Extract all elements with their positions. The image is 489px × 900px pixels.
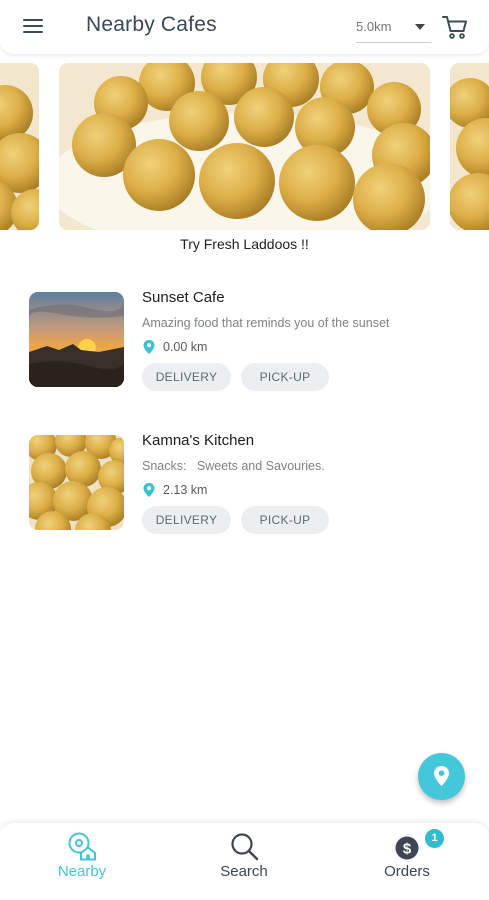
pickup-chip[interactable]: PICK-UP [241,363,329,391]
promo-carousel[interactable] [0,62,489,232]
cafe-distance: 2.13 km [163,483,208,497]
location-pin-icon [143,340,155,354]
cafe-thumbnail [29,435,124,530]
cafe-distance: 0.00 km [163,340,208,354]
delivery-chip[interactable]: DELIVERY [142,363,231,391]
nav-item-nearby[interactable]: Nearby [22,823,142,900]
map-location-button[interactable] [418,753,465,800]
menu-icon[interactable] [20,14,48,40]
cafe-thumbnail [29,292,124,387]
dollar-coin-icon: $ [395,836,419,860]
search-icon [231,833,259,861]
distance-filter-value: 5.0km [356,19,392,34]
chevron-down-icon [415,24,425,30]
cafe-description: Amazing food that reminds you of the sun… [142,316,390,330]
nav-label-nearby: Nearby [57,863,107,880]
nav-item-orders[interactable]: $ 1 Orders [347,823,467,900]
cart-icon[interactable] [441,13,469,41]
bottom-navigation: Nearby Search $ 1 Orders [0,823,489,900]
carousel-slide-previous[interactable] [0,63,39,230]
svg-text:$: $ [403,841,412,858]
distance-filter-dropdown[interactable]: 5.0km [356,14,431,43]
location-pin-icon [143,483,155,497]
location-pin-icon [434,766,449,786]
delivery-chip[interactable]: DELIVERY [142,506,231,534]
pickup-chip[interactable]: PICK-UP [241,506,329,534]
cafe-list-item[interactable]: Sunset Cafe Amazing food that reminds yo… [0,286,489,396]
nav-label-search: Search [220,863,268,880]
cafe-list-item[interactable]: Kamna's Kitchen Snacks: Sweets and Savou… [0,429,489,539]
cafe-name: Sunset Cafe [142,289,225,306]
app-bar: Nearby Cafes 5.0km [0,0,489,54]
cafe-name: Kamna's Kitchen [142,432,255,449]
nav-label-orders: Orders [384,863,430,880]
carousel-slide-next[interactable] [450,63,489,230]
page-title: Nearby Cafes [86,13,217,36]
nav-item-search[interactable]: Search [184,823,304,900]
nearby-home-pin-icon [68,832,96,861]
cafe-description: Snacks: Sweets and Savouries. [142,459,325,473]
carousel-slide-laddoos[interactable] [59,63,430,230]
carousel-caption: Try Fresh Laddoos !! [180,236,309,252]
orders-count-badge: 1 [425,829,444,848]
